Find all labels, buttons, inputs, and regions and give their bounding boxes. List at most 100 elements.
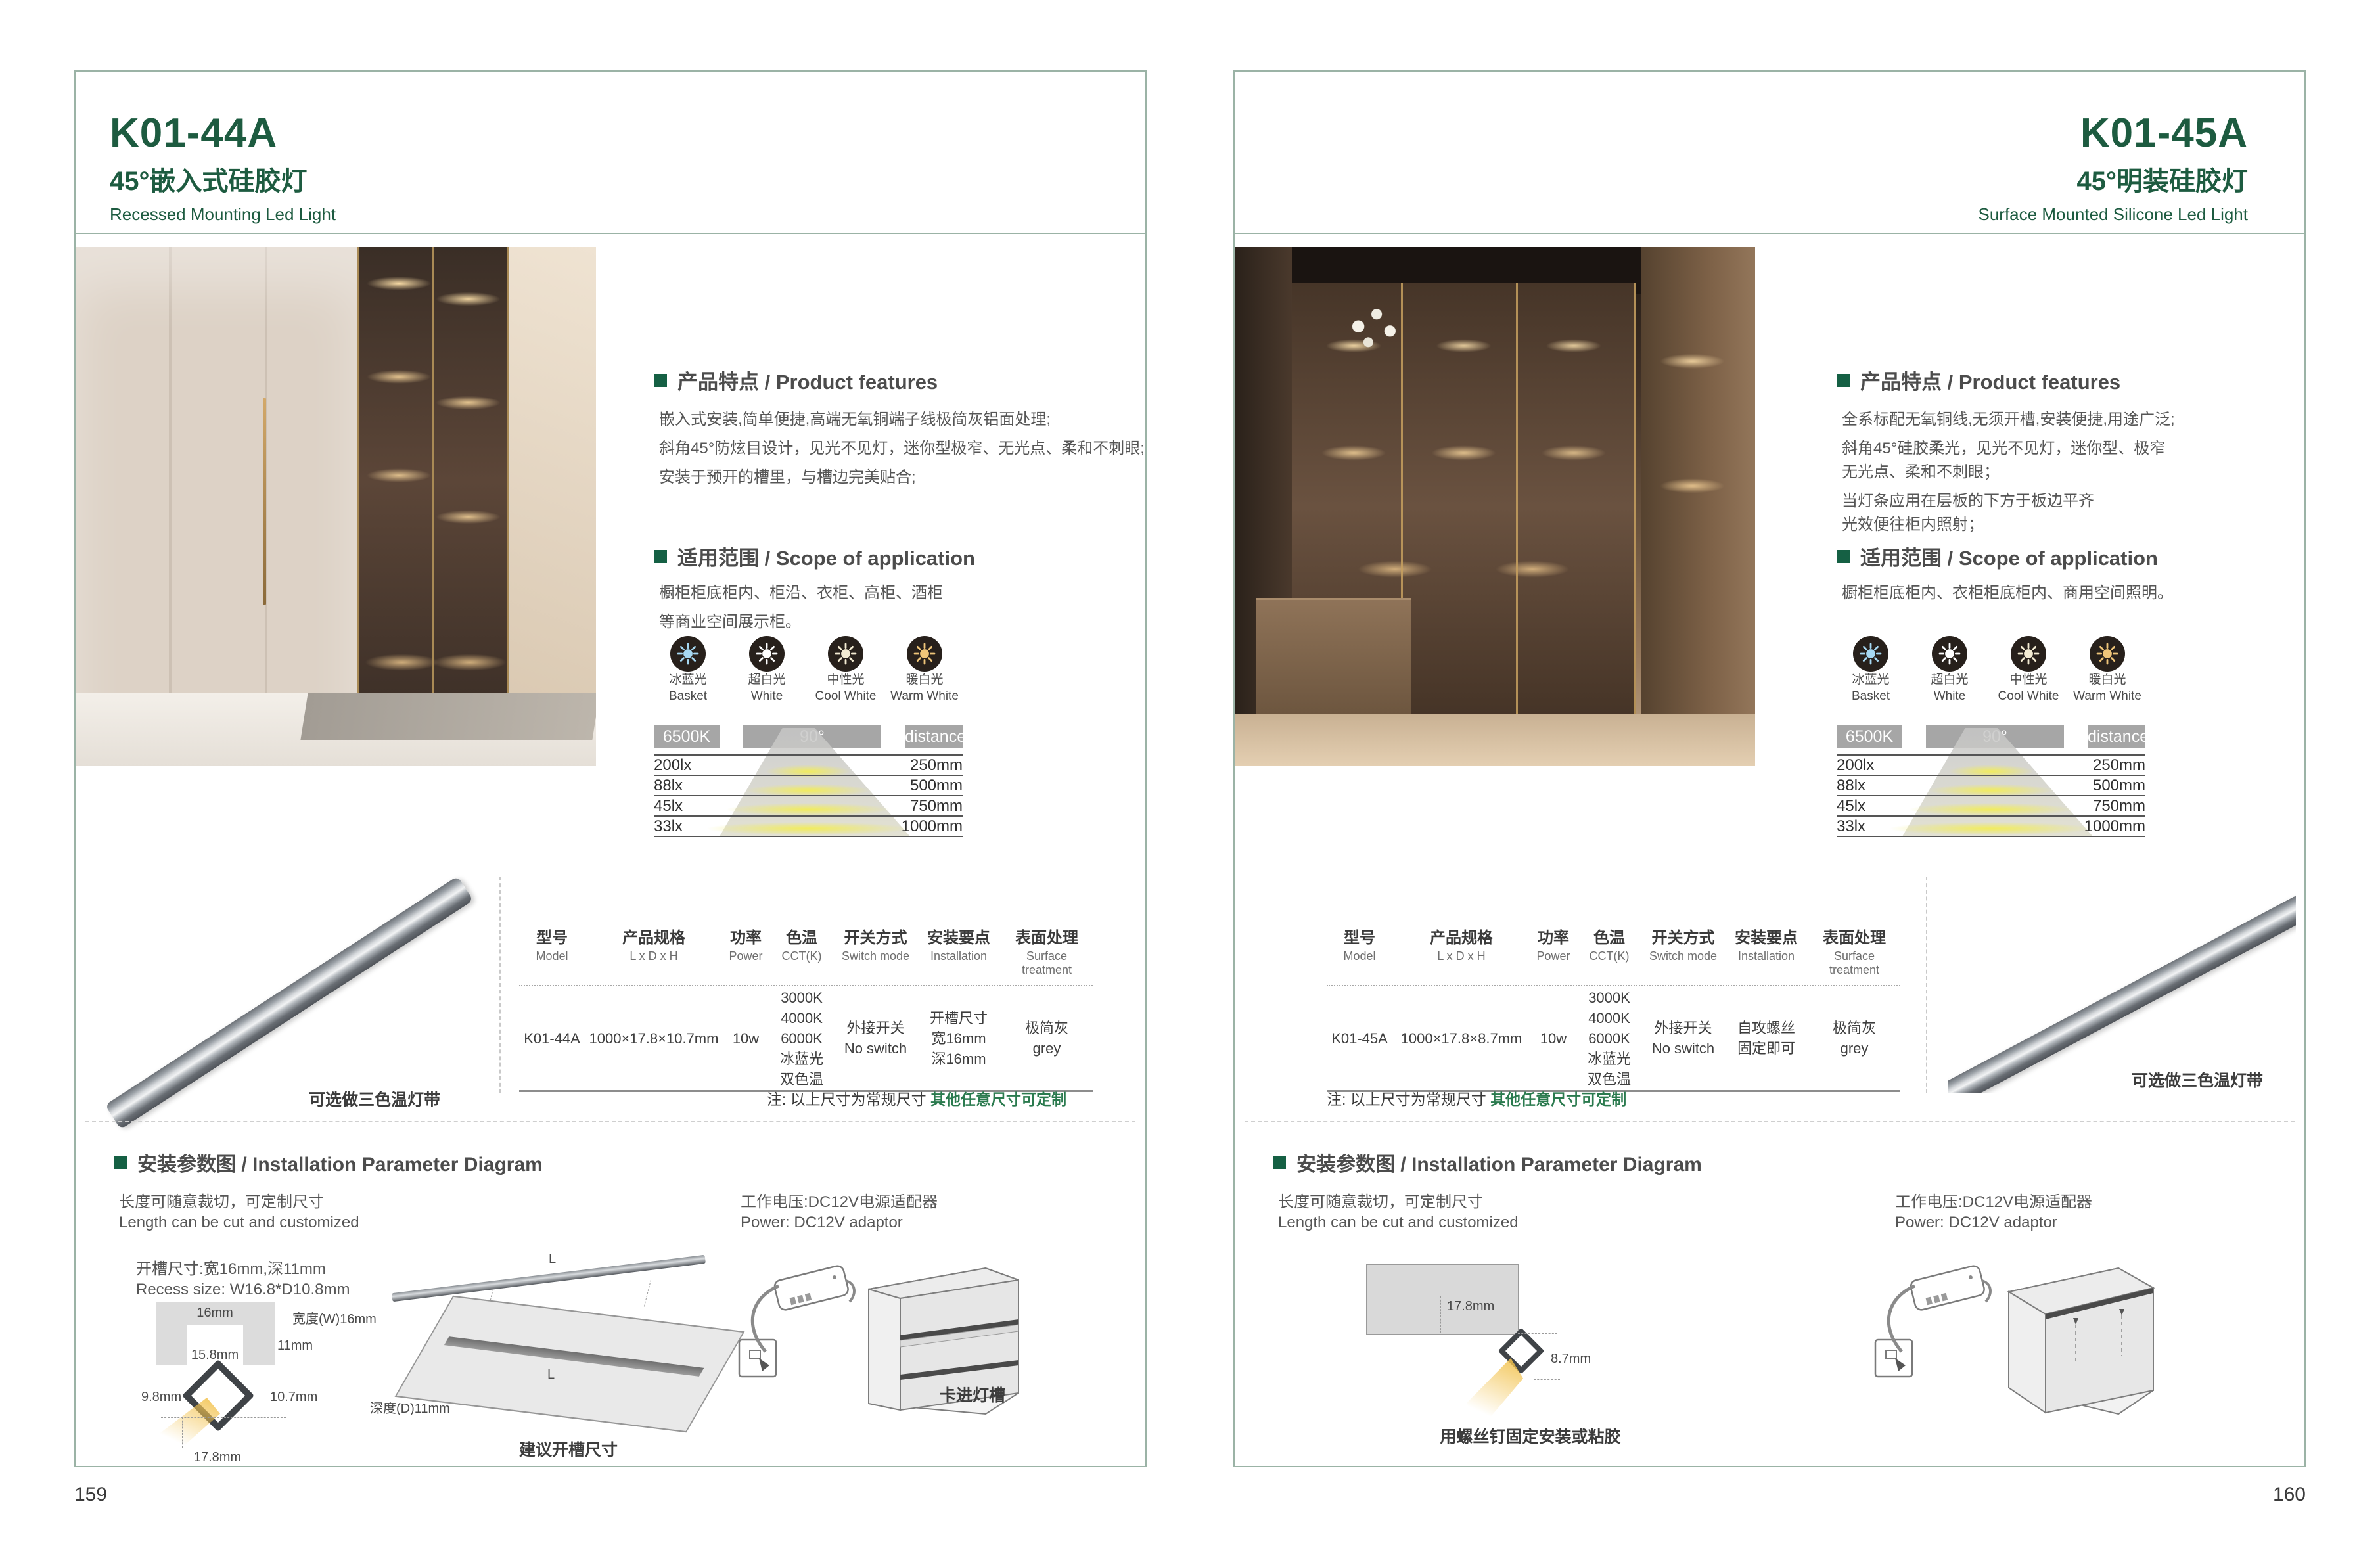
- spec-surface: 极简灰grey: [1808, 1018, 1900, 1059]
- groove-caption: 建议开槽尺寸: [490, 1437, 647, 1461]
- dim-bottom: 17.8mm: [185, 1450, 250, 1465]
- spec-col-header: 安装要点Installation: [1724, 924, 1808, 977]
- light-color-warm-white: 暖白光 Warm White: [2073, 636, 2141, 704]
- lux-value: 200lx: [654, 756, 691, 775]
- lux-value: 88lx: [654, 777, 683, 795]
- icon-label-cn: 冰蓝光: [1837, 672, 1905, 688]
- scope-header: 适用范围 / Scope of application: [654, 541, 975, 571]
- guide-line: [182, 1417, 183, 1448]
- photometry-row: 200lx250mm: [1837, 754, 2145, 775]
- vertical-divider: [499, 877, 501, 1093]
- icon-label-en: White: [733, 688, 801, 704]
- groove-depth-label: 深度(D)11mm: [370, 1398, 450, 1417]
- lux-value: 33lx: [1837, 817, 1865, 836]
- guide-line: [1534, 1379, 1560, 1380]
- spec-power: 10w: [723, 1028, 769, 1049]
- sun-icon: [2090, 636, 2125, 672]
- tricolor-caption: 可选做三色温灯带: [2109, 1068, 2286, 1091]
- spec-col-header: 功率Power: [1530, 924, 1576, 977]
- header-rule: [1235, 233, 2304, 234]
- page-title: K01-45A 45°明装硅胶灯 Surface Mounted Silicon…: [1979, 112, 2249, 225]
- distance-value: 750mm: [910, 797, 963, 815]
- power-text-en: Power: DC12V adaptor: [741, 1214, 903, 1232]
- section-bullet-icon: [654, 374, 667, 387]
- section-bullet-icon: [1837, 374, 1850, 387]
- product-photo-wardrobe: [76, 247, 596, 766]
- surface-mount-diagram: 17.8mm 8.7mm 用螺丝钉固定安装或粘胶: [1310, 1248, 1691, 1465]
- feature-line: 光效便往柜内照射；: [1842, 511, 1984, 534]
- distance-value: 1000mm: [902, 817, 963, 836]
- spec-table: 型号Model 产品规格L x D x H 功率Power 色温CCT(K) 开…: [519, 924, 1093, 1092]
- install-header: 安装参数图 / Installation Parameter Diagram: [114, 1148, 543, 1177]
- photometry-diagram: 6500K 90° distance 200lx250mm 88lx500mm …: [1837, 725, 2145, 837]
- lux-value: 88lx: [1837, 777, 1865, 795]
- glass-frame-line: [357, 247, 359, 766]
- section-bullet-icon: [1837, 550, 1850, 563]
- sun-icon: [749, 636, 785, 672]
- icon-label-cn: 中性光: [812, 672, 880, 688]
- features-header: 产品特点 / Product features: [1837, 365, 2120, 395]
- mount-caption: 用螺丝钉固定安装或粘胶: [1422, 1424, 1639, 1448]
- spec-install: 开槽尺寸宽16mm深16mm: [917, 1008, 1001, 1069]
- light-cone: [160, 1398, 220, 1455]
- note-suffix: 其他任意尺寸可定制: [1490, 1091, 1626, 1108]
- cct-chip: 6500K: [654, 725, 720, 748]
- spec-cct: 3000K4000K6000K冰蓝光双色温: [769, 988, 835, 1089]
- lux-value: 45lx: [654, 797, 683, 815]
- spec-col-header: 开关方式Switch mode: [835, 924, 917, 977]
- right-shelves: [1641, 247, 1755, 766]
- lux-value: 45lx: [1837, 797, 1865, 815]
- dim-inner: 15.8mm: [185, 1348, 245, 1363]
- cabinet-caption: 卡进灯槽: [907, 1382, 1038, 1406]
- scope-header: 适用范围 / Scope of application: [1837, 541, 2158, 571]
- spec-model: K01-44A: [519, 1028, 585, 1049]
- feature-line: 无光点、柔和不刺眼；: [1842, 459, 2000, 482]
- adaptor-illustration: [733, 1254, 858, 1399]
- title-cn: 45°嵌入式硅胶灯: [110, 160, 336, 198]
- lux-value: 200lx: [1837, 756, 1874, 775]
- title-cn: 45°明装硅胶灯: [1979, 160, 2249, 198]
- features-header: 产品特点 / Product features: [654, 365, 938, 395]
- feature-line: 嵌入式安装,简单便捷,高端无氧铜端子线极简灰铝面处理;: [659, 406, 1051, 429]
- wardrobe-doors: [76, 247, 357, 766]
- section-divider: [85, 1121, 1135, 1122]
- feature-line: 全系标配无氧铜线,无须开槽,安装便捷,用途广泛;: [1842, 406, 2175, 429]
- side-wall: [510, 247, 596, 766]
- lux-value: 33lx: [654, 817, 683, 836]
- model-code: K01-44A: [110, 112, 336, 154]
- cut-text-cn: 长度可随意裁切，可定制尺寸: [119, 1189, 324, 1212]
- spec-power: 10w: [1530, 1028, 1576, 1049]
- power-text-cn: 工作电压:DC12V电源适配器: [1895, 1189, 2092, 1212]
- cut-text-cn: 长度可随意裁切，可定制尺寸: [1278, 1189, 1483, 1212]
- light-color-white: 超白光 White: [1915, 636, 1984, 704]
- note-suffix: 其他任意尺寸可定制: [930, 1091, 1066, 1108]
- cut-text-en: Length can be cut and customized: [119, 1214, 359, 1232]
- product-photo-closet: [1235, 247, 1755, 766]
- spec-col-header: 表面处理Surface treatment: [1808, 924, 1900, 977]
- icon-label-en: Cool White: [812, 688, 880, 704]
- light-color-icons: 冰蓝光 Basket 超白光 White 中性光 Cool White 暖白光 …: [1837, 636, 2141, 704]
- section-divider: [1245, 1121, 2295, 1122]
- dim-width: 17.8mm: [1447, 1299, 1494, 1314]
- spec-install: 自攻螺丝固定即可: [1724, 1018, 1808, 1059]
- cct-chip: 6500K: [1837, 725, 1902, 748]
- vertical-divider: [1926, 877, 1927, 1093]
- distance-value: 250mm: [910, 756, 963, 775]
- model-code: K01-45A: [1979, 112, 2249, 154]
- power-text-cn: 工作电压:DC12V电源适配器: [741, 1189, 938, 1212]
- door-handle-icon: [263, 398, 266, 605]
- dim-height: 8.7mm: [1551, 1352, 1591, 1367]
- page-title: K01-44A 45°嵌入式硅胶灯 Recessed Mounting Led …: [110, 112, 336, 225]
- page-number-right: 160: [2251, 1484, 2306, 1506]
- spec-surface: 极简灰grey: [1001, 1018, 1093, 1059]
- groove-slot: [444, 1336, 704, 1377]
- bed-blanket: [301, 693, 596, 740]
- spec-switch: 外接开关No switch: [835, 1018, 917, 1059]
- distance-value: 500mm: [2093, 777, 2145, 795]
- spec-table-row: K01-44A 1000×17.8×10.7mm 10w 3000K4000K6…: [519, 986, 1093, 1092]
- sun-icon: [907, 636, 942, 672]
- groove-length-label: L: [547, 1367, 555, 1382]
- spec-col-header: 开关方式Switch mode: [1642, 924, 1724, 977]
- section-bullet-icon: [654, 550, 667, 563]
- light-color-warm-white: 暖白光 Warm White: [890, 636, 959, 704]
